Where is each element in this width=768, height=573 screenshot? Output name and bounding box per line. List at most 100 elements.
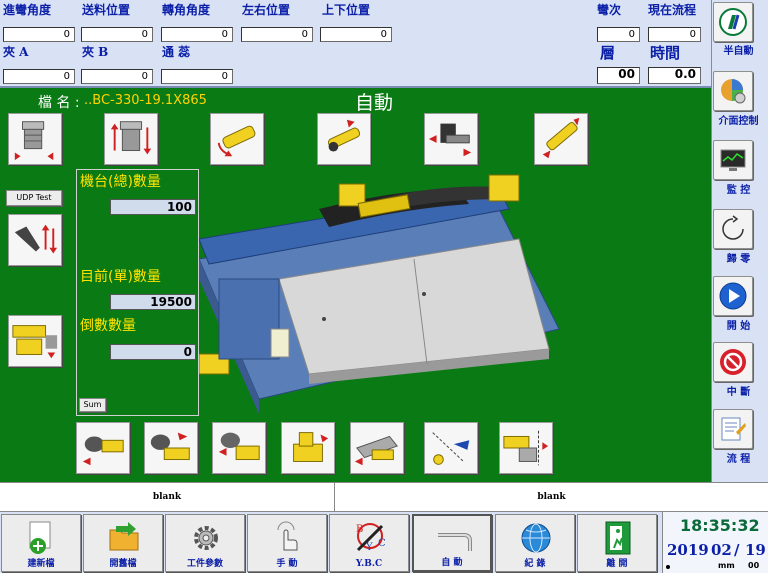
interface-control-label: 介面控制 <box>718 116 759 127</box>
auto-icon <box>438 533 472 551</box>
die-icon <box>14 121 54 161</box>
svg-text:B: B <box>356 524 363 535</box>
gear-icon <box>194 526 218 550</box>
message-left: blank <box>152 492 182 502</box>
svg-text:C: C <box>378 538 386 549</box>
carriage-icon <box>354 435 398 466</box>
zero-return-button[interactable] <box>713 209 753 249</box>
filename-value: ..BC-330-19.1X865 <box>84 93 207 108</box>
layer-field: 00 <box>597 67 640 84</box>
elapsed-time-field: 0.0 <box>648 67 701 84</box>
feed-forward-button[interactable] <box>317 113 371 165</box>
manual-label: 手 動 <box>276 559 298 569</box>
sum-button[interactable]: Sum <box>79 398 106 412</box>
exit-label: 離 開 <box>606 559 628 569</box>
mandrel-label: 通 蕊 <box>162 45 191 59</box>
clock-day: 19 <box>745 541 766 559</box>
open-file-button[interactable]: 開舊檔 <box>83 514 163 572</box>
bend-angle-label: 進彎角度 <box>3 3 52 17</box>
pressure-block-icon <box>293 432 329 462</box>
elapsed-time-label: 時間 <box>650 44 681 62</box>
pressure-die-icon <box>12 325 58 359</box>
clamp-a-label: 夾 A <box>3 45 29 59</box>
exit-button[interactable]: 離 開 <box>577 514 657 572</box>
monitor-label: 監 控 <box>726 185 751 196</box>
interface-control-button[interactable] <box>713 71 753 111</box>
rotate-angle-field[interactable]: 0 <box>161 27 233 42</box>
die-up-down-button[interactable] <box>8 113 62 165</box>
machine-total-count-field[interactable]: 100 <box>110 199 196 215</box>
pipe-bender-machine-image <box>198 174 560 414</box>
bottom-tool-4-button[interactable] <box>281 422 335 474</box>
record-icon <box>521 523 551 553</box>
auto-label: 自 動 <box>441 558 463 568</box>
open-file-label: 開舊檔 <box>109 559 137 569</box>
clock-indicator-dot <box>666 565 670 569</box>
record-button[interactable]: 紀 錄 <box>495 514 575 572</box>
manual-icon <box>277 521 298 551</box>
mode-title: 自動 <box>355 92 394 114</box>
lr-position-field[interactable]: 0 <box>241 27 313 42</box>
arm-rotate-button[interactable] <box>210 113 264 165</box>
die-rotate-icon <box>110 121 152 155</box>
push-rod-button[interactable] <box>534 113 588 165</box>
lr-position-label: 左右位置 <box>242 3 291 17</box>
zero-return-label: 歸 零 <box>726 254 751 265</box>
open-file-icon <box>109 522 139 551</box>
current-process-label: 現在流程 <box>648 3 697 17</box>
semi-auto-icon <box>719 8 747 36</box>
stop-icon <box>720 349 746 375</box>
clamp-b-label: 夾 B <box>82 45 109 59</box>
interface-control-icon <box>721 79 746 104</box>
machine-total-count-label: 機台(總)數量 <box>80 174 161 190</box>
clock-month: 02 <box>711 541 732 559</box>
die-rotate-button[interactable] <box>104 113 158 165</box>
feed-position-label: 送料位置 <box>82 3 131 17</box>
stop-button[interactable] <box>713 342 753 382</box>
feed-icon <box>327 119 361 152</box>
bend-angle-field[interactable]: 0 <box>3 27 75 42</box>
workpiece-params-button[interactable]: 工件參數 <box>165 514 245 572</box>
ybc-icon: B Y C <box>356 523 386 553</box>
current-count-field[interactable]: 19500 <box>110 294 196 310</box>
ybc-button[interactable]: B Y C Y.B.C <box>329 514 409 572</box>
new-file-icon <box>29 521 51 554</box>
rotate-angle-label: 轉角角度 <box>162 3 211 17</box>
pressure-die-button[interactable] <box>8 315 62 367</box>
bottom-tool-5-button[interactable] <box>350 422 404 474</box>
bend-count-field: 0 <box>597 27 640 42</box>
ud-position-field[interactable]: 0 <box>320 27 392 42</box>
countdown-field[interactable]: 0 <box>110 344 196 360</box>
clock-seconds: 00 <box>748 561 760 570</box>
clamp-a-field[interactable]: 0 <box>3 69 75 84</box>
manual-button[interactable]: 手 動 <box>247 514 327 572</box>
bottom-tool-1-button[interactable] <box>76 422 130 474</box>
auto-button[interactable]: 自 動 <box>412 514 492 572</box>
feed-position-field[interactable]: 0 <box>81 27 153 42</box>
machine-illustration <box>198 169 578 416</box>
mandrel-field[interactable]: 0 <box>161 69 233 84</box>
new-file-label: 建新檔 <box>27 559 55 569</box>
bend-die-icon <box>150 432 190 461</box>
bottom-tool-6-button[interactable] <box>424 422 478 474</box>
clamp-button[interactable] <box>424 113 478 165</box>
mandrel-icon <box>432 432 470 465</box>
clamp-b-field[interactable]: 0 <box>81 69 153 84</box>
date-separator: / <box>734 541 740 559</box>
start-button[interactable] <box>713 276 753 316</box>
new-file-button[interactable]: 建新檔 <box>1 514 81 572</box>
process-button[interactable] <box>713 409 753 449</box>
monitor-icon <box>720 149 746 171</box>
clamp-icon <box>428 123 472 157</box>
monitor-button[interactable] <box>713 140 753 180</box>
bottom-tool-7-button[interactable] <box>499 422 553 474</box>
pipe-up-down-button[interactable] <box>8 214 62 266</box>
arm-rotate-icon <box>217 125 256 157</box>
udp-test-button[interactable]: UDP Test <box>6 190 62 206</box>
bottom-tool-3-button[interactable] <box>212 422 266 474</box>
semi-auto-button[interactable] <box>713 2 753 42</box>
bottom-tool-2-button[interactable] <box>144 422 198 474</box>
clock-time: 18:35:32 <box>680 516 760 535</box>
zero-return-icon <box>722 215 744 240</box>
svg-text:Y: Y <box>365 542 373 553</box>
